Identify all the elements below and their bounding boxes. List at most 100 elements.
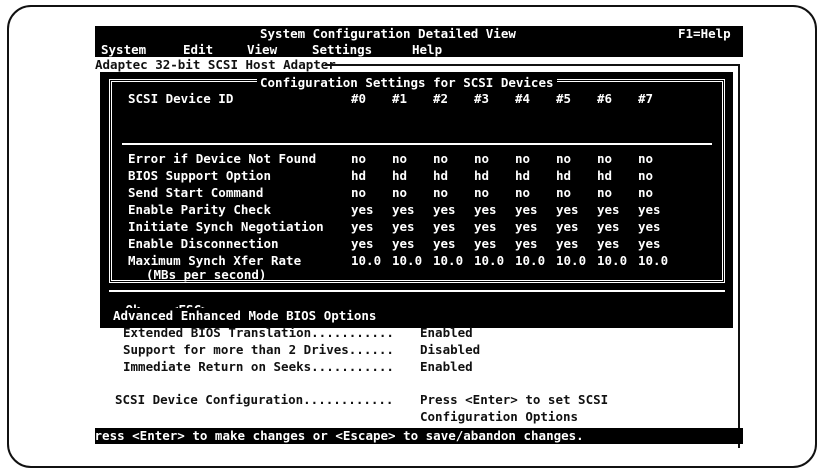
setting-label: BIOS Support Option	[128, 168, 271, 183]
bios-option-extended-translation[interactable]: Extended BIOS Translation...........	[123, 325, 394, 340]
setting-value-cell[interactable]: no	[556, 151, 571, 166]
menu-system[interactable]: System	[101, 42, 146, 57]
setting-value-cell[interactable]: no	[515, 185, 530, 200]
help-hint[interactable]: F1=Help	[678, 26, 731, 41]
setting-label: Send Start Command	[128, 185, 264, 200]
menu-view[interactable]: View	[247, 42, 277, 57]
setting-value-cell[interactable]: no	[474, 185, 489, 200]
menu-help[interactable]: Help	[412, 42, 442, 57]
bios-option-more-drives-value[interactable]: Disabled	[420, 342, 480, 357]
host-adapter-title: Adaptec 32-bit SCSI Host Adapter	[95, 57, 336, 72]
setting-value-cell[interactable]: yes	[392, 236, 415, 251]
setting-value-cell[interactable]: no	[638, 151, 653, 166]
setting-value-cell[interactable]: yes	[351, 202, 374, 217]
setting-label: Initiate Synch Negotiation	[128, 219, 324, 234]
setting-value-cell[interactable]: yes	[474, 202, 497, 217]
setting-value-cell[interactable]: yes	[638, 219, 661, 234]
setting-value-cell[interactable]: hd	[556, 168, 571, 183]
scsi-device-configuration-value[interactable]: Press <Enter> to set SCSI	[420, 392, 608, 407]
scsi-device-settings-dialog: Configuration Settings for SCSI Devices …	[100, 72, 733, 328]
setting-value-cell[interactable]: no	[556, 185, 571, 200]
setting-value-cell[interactable]: no	[597, 185, 612, 200]
setting-value-cell[interactable]: hd	[515, 168, 530, 183]
window-title: System Configuration Detailed View	[260, 26, 516, 41]
panel-right-border	[738, 64, 740, 448]
status-bar: Press <Enter> to make changes or <Escape…	[87, 428, 743, 444]
setting-value-cell[interactable]: hd	[597, 168, 612, 183]
setting-value-cell[interactable]: hd	[392, 168, 407, 183]
setting-label: Error if Device Not Found	[128, 151, 317, 166]
setting-value-cell[interactable]: yes	[351, 219, 374, 234]
setting-value-cell[interactable]: 10.0	[515, 253, 545, 268]
setting-value-cell[interactable]: yes	[392, 202, 415, 217]
setting-value-cell[interactable]: no	[351, 185, 366, 200]
setting-value-cell[interactable]: no	[597, 151, 612, 166]
bios-options-header: Advanced Enhanced Mode BIOS Options	[110, 308, 460, 323]
setting-value-cell[interactable]: 10.0	[474, 253, 504, 268]
setting-value-cell[interactable]: hd	[433, 168, 448, 183]
device-id-header: #1	[392, 91, 408, 106]
setting-value-cell[interactable]: no	[638, 168, 653, 183]
setting-value-cell[interactable]: yes	[351, 236, 374, 251]
header-divider	[122, 143, 712, 145]
setting-value-cell[interactable]: yes	[638, 202, 661, 217]
setting-value-cell[interactable]: yes	[515, 236, 538, 251]
setting-value-cell[interactable]: no	[474, 151, 489, 166]
scsi-device-configuration-label[interactable]: SCSI Device Configuration............	[115, 392, 393, 407]
setting-value-cell[interactable]: 10.0	[597, 253, 627, 268]
setting-value-cell[interactable]: yes	[597, 236, 620, 251]
device-id-label: SCSI Device ID	[128, 91, 234, 106]
setting-value-cell[interactable]: yes	[433, 219, 456, 234]
setting-value-cell[interactable]: 10.0	[556, 253, 586, 268]
dialog-title-text: Configuration Settings for SCSI Devices	[260, 75, 554, 90]
setting-value-cell[interactable]: hd	[474, 168, 489, 183]
device-id-header: #0	[351, 91, 367, 106]
scsi-device-configuration-value-line2: Configuration Options	[420, 409, 579, 424]
setting-value-cell[interactable]: no	[351, 151, 366, 166]
dialog-title: Configuration Settings for SCSI Devices	[257, 72, 557, 90]
setting-value-cell[interactable]: yes	[474, 236, 497, 251]
setting-value-cell[interactable]: no	[392, 151, 407, 166]
setting-value-cell[interactable]: 10.0	[638, 253, 668, 268]
bios-option-immediate-return-value[interactable]: Enabled	[420, 359, 473, 374]
setting-value-cell[interactable]: yes	[515, 202, 538, 217]
setting-value-cell[interactable]: hd	[351, 168, 366, 183]
button-row-divider	[109, 290, 725, 292]
setting-value-cell[interactable]: 10.0	[433, 253, 463, 268]
setting-value-cell[interactable]: yes	[433, 236, 456, 251]
setting-value-cell[interactable]: yes	[515, 219, 538, 234]
dos-screen: System Configuration Detailed View F1=He…	[87, 26, 743, 448]
setting-value-cell[interactable]: yes	[597, 219, 620, 234]
status-bar-text: Press <Enter> to make changes or <Escape…	[87, 428, 584, 443]
device-id-header: #4	[515, 91, 531, 106]
device-id-header: #3	[474, 91, 490, 106]
setting-value-cell[interactable]: 10.0	[392, 253, 422, 268]
setting-value-cell[interactable]: 10.0	[351, 253, 381, 268]
menu-settings[interactable]: Settings	[312, 42, 372, 57]
setting-label: Maximum Synch Xfer Rate	[128, 253, 302, 268]
rate-unit-label: (MBs per second)	[146, 267, 267, 282]
setting-value-cell[interactable]: no	[392, 185, 407, 200]
setting-value-cell[interactable]: yes	[433, 202, 456, 217]
setting-value-cell[interactable]: no	[433, 151, 448, 166]
menu-edit[interactable]: Edit	[183, 42, 213, 57]
device-id-header: #7	[638, 91, 654, 106]
setting-value-cell[interactable]: no	[433, 185, 448, 200]
bios-option-immediate-return[interactable]: Immediate Return on Seeks...........	[123, 359, 394, 374]
setting-value-cell[interactable]: yes	[474, 219, 497, 234]
setting-value-cell[interactable]: no	[515, 151, 530, 166]
menu-bar: System Edit View Settings Help	[95, 42, 743, 57]
bios-option-more-drives[interactable]: Support for more than 2 Drives......	[123, 342, 394, 357]
panel-top-border	[325, 64, 740, 66]
setting-value-cell[interactable]: yes	[392, 219, 415, 234]
setting-value-cell[interactable]: no	[638, 185, 653, 200]
setting-value-cell[interactable]: yes	[556, 236, 579, 251]
setting-value-cell[interactable]: yes	[556, 219, 579, 234]
title-bar: System Configuration Detailed View F1=He…	[95, 26, 743, 42]
device-id-header: #2	[433, 91, 449, 106]
host-adapter-panel-title: Adaptec 32-bit SCSI Host Adapter	[95, 57, 336, 72]
bios-option-extended-translation-value[interactable]: Enabled	[420, 325, 473, 340]
setting-value-cell[interactable]: yes	[556, 202, 579, 217]
setting-value-cell[interactable]: yes	[597, 202, 620, 217]
setting-value-cell[interactable]: yes	[638, 236, 661, 251]
